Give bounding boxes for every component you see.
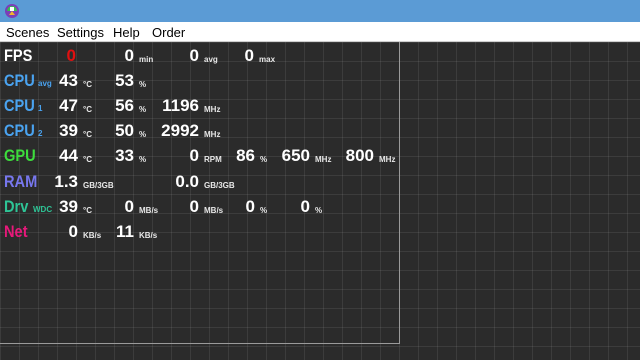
cpu-1-load-value: 56	[115, 96, 134, 115]
fps-max-value: 0	[244, 46, 254, 65]
net-row: Net 0 KB/s 11 KB/s	[0, 220, 640, 244]
drive-label: Drv	[4, 197, 29, 216]
gpu-core-clock-value: 650	[281, 146, 310, 165]
vram-used-unit: GB/3GB	[204, 181, 235, 190]
drive-write-unit: MB/s	[204, 206, 224, 215]
cpu-avg-sub: avg	[38, 79, 52, 88]
drive-temp-value: 39	[59, 197, 78, 216]
gpu-load-unit: %	[139, 155, 147, 164]
cpu-2-row: CPU 2 39 °C 50 % 2992 MHz	[0, 119, 640, 143]
cpu-2-clock-unit: MHz	[204, 130, 221, 139]
gpu-label: GPU	[4, 146, 36, 165]
net-upload-unit: KB/s	[139, 231, 158, 240]
cpu-avg-load-unit: %	[139, 80, 147, 89]
gpu-fan-unit: RPM	[204, 155, 222, 164]
cpu-1-temp-unit: °C	[83, 105, 92, 114]
gpu-mem-clock-value: 800	[345, 146, 374, 165]
gpu-fan-value: 0	[189, 146, 199, 165]
cpu-2-temp-unit: °C	[83, 130, 92, 139]
fps-min-unit: min	[139, 55, 154, 64]
cpu-1-load-unit: %	[139, 105, 147, 114]
cpu-1-clock-unit: MHz	[204, 105, 221, 114]
cpu-avg-row: CPU avg 43 °C 53 %	[0, 69, 640, 93]
menu-help[interactable]: Help	[113, 25, 140, 40]
vram-used-value: 0.0	[175, 172, 199, 191]
ram-row: RAM 1.3 GB/3GB 0.0 GB/3GB	[0, 170, 640, 194]
title-bar	[0, 0, 640, 22]
fps-label: FPS	[4, 46, 33, 65]
drive-activity-1-value: 0	[245, 197, 255, 216]
net-label: Net	[4, 222, 28, 241]
drive-temp-unit: °C	[83, 206, 92, 215]
gpu-core-clock-unit: MHz	[315, 155, 332, 164]
drive-read-value: 0	[124, 197, 134, 216]
app-icon	[5, 4, 19, 18]
menu-bar: Scenes Settings Help Order	[0, 22, 640, 42]
gpu-fan-percent-value: 86	[236, 146, 255, 165]
drive-sub: WDC	[33, 205, 53, 214]
cpu-1-label: CPU	[4, 96, 35, 115]
ram-label: RAM	[4, 172, 38, 191]
cpu-2-temp-value: 39	[59, 121, 78, 140]
cpu-2-load-unit: %	[139, 130, 147, 139]
drive-activity-2-unit: %	[315, 206, 323, 215]
menu-settings[interactable]: Settings	[57, 25, 104, 40]
fps-row: FPS 0 0 min 0 avg 0 max	[0, 44, 640, 68]
gpu-fan-percent-unit: %	[260, 155, 268, 164]
net-upload-value: 11	[116, 222, 134, 241]
gpu-temp-unit: °C	[83, 155, 92, 164]
gpu-temp-value: 44	[59, 146, 78, 165]
cpu-2-sub: 2	[38, 129, 43, 138]
net-download-unit: KB/s	[83, 231, 102, 240]
cpu-1-row: CPU 1 47 °C 56 % 1196 MHz	[0, 94, 640, 118]
cpu-2-clock-value: 2992	[161, 121, 199, 140]
cpu-avg-temp-unit: °C	[83, 80, 92, 89]
drive-row: Drv WDC 39 °C 0 MB/s 0 MB/s 0 % 0 %	[0, 195, 640, 219]
fps-max-unit: max	[259, 55, 276, 64]
ram-used-unit: GB/3GB	[83, 181, 114, 190]
gpu-mem-clock-unit: MHz	[379, 155, 396, 164]
fps-avg-value: 0	[189, 46, 199, 65]
ram-used-value: 1.3	[54, 172, 78, 191]
cpu-avg-temp-value: 43	[59, 71, 78, 90]
gpu-load-value: 33	[115, 146, 134, 165]
cpu-2-load-value: 50	[115, 121, 134, 140]
cpu-avg-label: CPU	[4, 71, 35, 90]
fps-min-value: 0	[124, 46, 134, 65]
cpu-1-sub: 1	[38, 104, 43, 113]
net-download-value: 0	[68, 222, 78, 241]
cpu-1-clock-value: 1196	[162, 96, 199, 115]
fps-avg-unit: avg	[204, 55, 218, 64]
menu-order[interactable]: Order	[152, 25, 185, 40]
drive-activity-2-value: 0	[300, 197, 310, 216]
drive-write-value: 0	[189, 197, 199, 216]
drive-activity-1-unit: %	[260, 206, 268, 215]
cpu-avg-load-value: 53	[115, 71, 134, 90]
gpu-row: GPU 44 °C 33 % 0 RPM 86 % 650 MHz 800 MH…	[0, 144, 640, 168]
fps-value: 0	[66, 46, 76, 65]
cpu-2-label: CPU	[4, 121, 35, 140]
cpu-1-temp-value: 47	[59, 96, 78, 115]
drive-read-unit: MB/s	[139, 206, 159, 215]
menu-scenes[interactable]: Scenes	[6, 25, 49, 40]
